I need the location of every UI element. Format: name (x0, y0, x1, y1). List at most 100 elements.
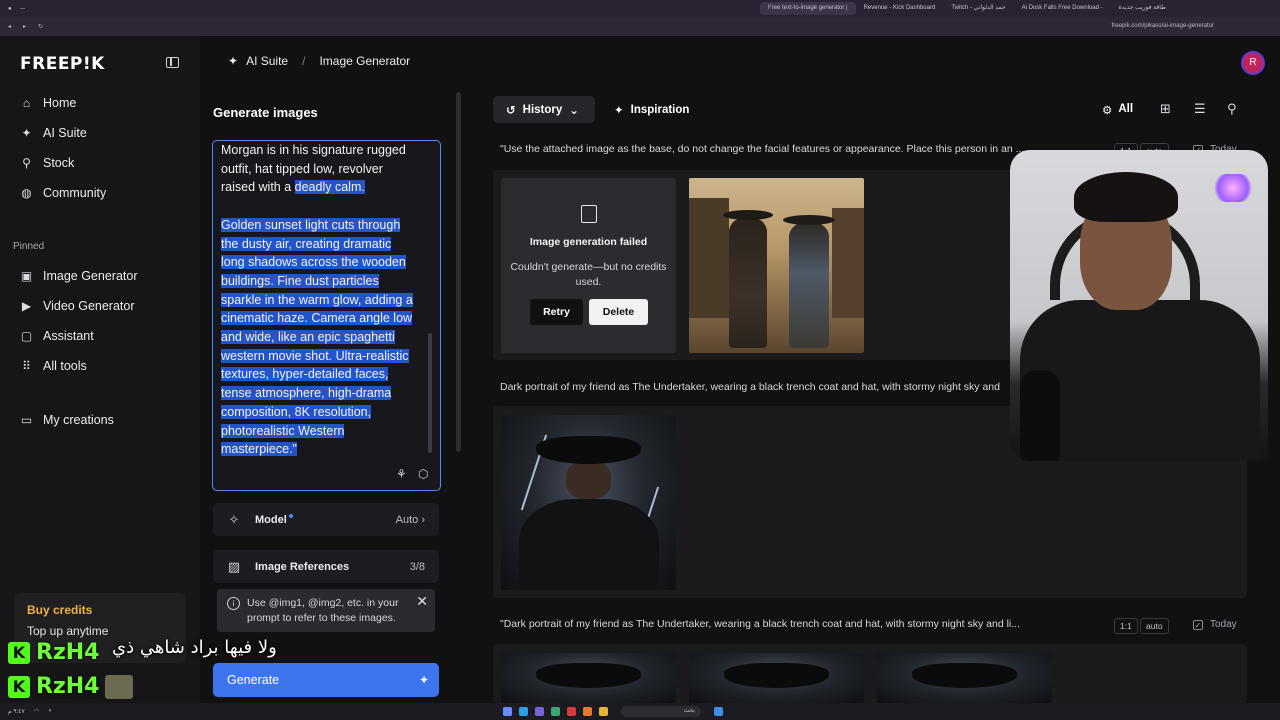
grid-view-icon[interactable]: ⊞ (1160, 101, 1171, 117)
cube-icon[interactable]: ⬡ (418, 467, 428, 481)
sparkle-icon: ✦ (228, 54, 239, 68)
back-icon[interactable]: ─ (21, 6, 25, 12)
globe-icon: ◍ (21, 186, 32, 200)
failed-subtitle: Couldn't generate—but no credits used. (510, 261, 667, 288)
generated-image-western[interactable] (689, 178, 864, 353)
buy-credits-subtitle: Top up anytime (27, 624, 109, 638)
failed-generation-card: Image generation failed Couldn't generat… (501, 178, 676, 353)
sidebar-item-label: My creations (43, 413, 114, 427)
breadcrumb-image-generator[interactable]: Image Generator (319, 54, 410, 68)
tab-inspiration-label: Inspiration (630, 103, 690, 116)
result-prompt: "Dark portrait of my friend as The Under… (500, 618, 1021, 630)
sidebar-item-label: AI Suite (43, 126, 87, 140)
reload-icon[interactable]: ↻ (38, 23, 43, 30)
wifi-icon: ◠ (33, 709, 39, 715)
chat-icon: ▢ (20, 329, 33, 343)
taskbar-search[interactable]: بحث (621, 706, 701, 717)
clock: ٩:٤٧ م (8, 709, 25, 715)
settings-sliders-icon[interactable]: ☰ (1194, 101, 1206, 117)
sidebar-item-my-creations[interactable]: ▭ My creations (20, 413, 114, 427)
windows-start-icon[interactable] (714, 707, 723, 716)
breadcrumb: ✦ AI Suite / Image Generator (228, 54, 410, 68)
sidebar-item-video-generator[interactable]: ▶ Video Generator (20, 299, 135, 313)
search-icon[interactable]: ⚲ (1227, 101, 1237, 117)
sidebar-item-community[interactable]: ◍ Community (20, 186, 106, 200)
generated-image-undertaker[interactable] (689, 653, 864, 703)
tab-history[interactable]: ↺ History ⌄ (493, 96, 595, 123)
sidebar-item-assistant[interactable]: ▢ Assistant (20, 329, 94, 343)
generated-image-undertaker[interactable] (501, 415, 676, 590)
sidebar-item-home[interactable]: ⌂ Home (20, 96, 76, 110)
delete-button[interactable]: Delete (589, 299, 648, 325)
sidebar-item-stock[interactable]: ⚲ Stock (20, 156, 74, 170)
tools-icon: ⚙ (1102, 105, 1113, 117)
image-icon: ▣ (20, 269, 33, 283)
enhance-prompt-icon[interactable]: ⚘ (396, 467, 407, 481)
model-value: Auto › (395, 513, 425, 526)
sidebar-item-label: Video Generator (43, 299, 135, 313)
prompt-scrollbar[interactable] (428, 333, 432, 453)
model-selector[interactable]: ✧ Model Auto › (213, 503, 439, 536)
result-prompt: "Use the attached image as the base, do … (500, 143, 1025, 155)
model-label: Model (255, 513, 287, 526)
app-icon[interactable] (519, 707, 528, 716)
sidebar: FREEP!K ⌂ Home ✦ AI Suite ⚲ Stock ◍ Comm… (0, 36, 200, 720)
browser-tab[interactable]: Ai Dusk Falls Free Download - (1014, 2, 1111, 15)
app-icon[interactable] (551, 707, 560, 716)
generated-image-undertaker[interactable] (877, 653, 1052, 703)
sparkle-icon: ✦ (418, 673, 429, 687)
broken-image-icon (581, 205, 597, 223)
image-references-label: Image References (255, 560, 350, 573)
forward-icon[interactable]: ▸ (23, 23, 26, 30)
url-field[interactable]: freepik.com/pikaso/ai-image-generator (1112, 23, 1214, 29)
video-icon: ▶ (21, 299, 32, 313)
app-icon[interactable] (567, 707, 576, 716)
grid-icon: ⠿ (22, 359, 31, 373)
app-icon[interactable] (503, 707, 512, 716)
tab-history-label: History (522, 103, 563, 116)
avatar[interactable]: R (1241, 51, 1265, 75)
folder-icon[interactable] (599, 707, 608, 716)
tab-inspiration[interactable]: ✦ Inspiration (614, 96, 689, 123)
browser-tab[interactable]: طاقة فوريب جديدة (1111, 2, 1174, 15)
sidebar-collapse-icon[interactable] (166, 57, 179, 68)
sidebar-item-all-tools[interactable]: ⠿ All tools (20, 359, 87, 373)
filter-all-label: All (1118, 103, 1134, 115)
checkbox-icon[interactable]: ✓ (1193, 619, 1203, 630)
browser-tab[interactable]: Revenue - Kick Dashboard (856, 2, 944, 15)
breadcrumb-ai-suite[interactable]: AI Suite (246, 54, 288, 68)
folder-icon: ▭ (20, 413, 33, 427)
generate-button[interactable]: Generate ✦ (213, 663, 439, 697)
history-icon: ↺ (506, 104, 516, 117)
ratio-chip: 1:1 (1114, 618, 1138, 634)
filter-all-button[interactable]: ⚙ All (1102, 103, 1133, 117)
app-icon[interactable] (535, 707, 544, 716)
sidebar-item-label: Stock (43, 156, 75, 170)
prompt-text-selected: deadly calm. Golden sunset light cuts th… (221, 180, 413, 457)
freepik-logo[interactable]: FREEP!K (20, 54, 105, 74)
webcam-overlay (1010, 150, 1268, 461)
retry-button[interactable]: Retry (530, 299, 583, 325)
references-tip: i Use @img1, @img2, etc. in your prompt … (217, 589, 435, 632)
search-icon: ⚲ (22, 156, 31, 170)
sidebar-item-image-generator[interactable]: ▣ Image Generator (20, 269, 138, 283)
browser-tab[interactable]: Twitch - حمد الدلواني (943, 2, 1013, 15)
app-icon[interactable] (583, 707, 592, 716)
browser-tab-active[interactable]: Free text-to-image generator | (760, 2, 856, 15)
failed-title: Image generation failed (529, 236, 648, 248)
prompt-textarea[interactable]: Morgan is in his signature rugged outfit… (212, 140, 441, 491)
sparkle-icon: ✦ (21, 126, 32, 140)
buy-credits-title: Buy credits (27, 603, 93, 617)
menu-icon[interactable]: ● (8, 6, 12, 12)
image-references-row[interactable]: ▨ Image References 3/8 (213, 550, 439, 583)
window-controls: ● ─ (0, 6, 760, 12)
browser-address-bar: ◂ ▸ ↻ freepik.com/pikaso/ai-image-genera… (0, 17, 1280, 36)
sidebar-item-ai-suite[interactable]: ✦ AI Suite (20, 126, 87, 140)
close-icon[interactable]: ✕ (416, 593, 428, 610)
panel-scrollbar[interactable] (456, 92, 461, 452)
sidebar-item-label: Community (43, 186, 107, 200)
panel-title: Generate images (213, 105, 318, 120)
generated-image-undertaker[interactable] (501, 653, 676, 703)
chevron-down-icon: ⌄ (569, 104, 579, 117)
back-icon[interactable]: ◂ (8, 23, 11, 30)
